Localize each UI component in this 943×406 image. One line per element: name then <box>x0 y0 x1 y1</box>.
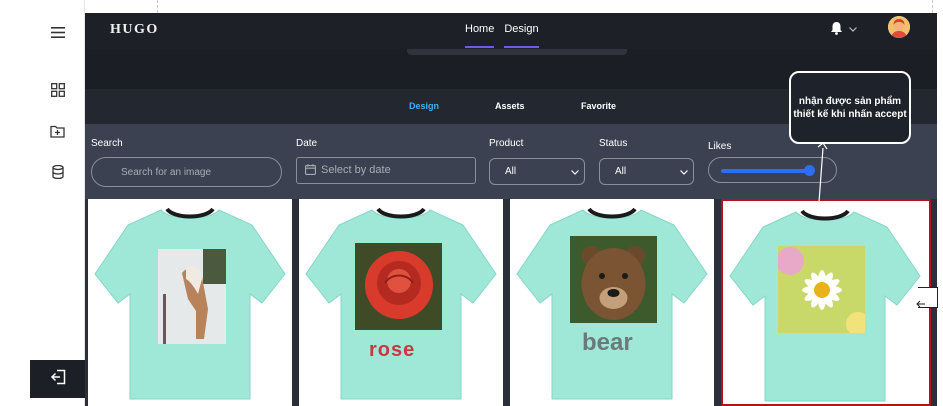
daisy-print <box>778 246 865 333</box>
search-label: Search <box>91 138 123 149</box>
rose-print <box>355 243 442 330</box>
top-bar: HUGO Home Design <box>85 13 937 49</box>
date-placeholder: Select by date <box>321 164 391 176</box>
status-select[interactable]: All <box>599 158 694 185</box>
folder-add-icon[interactable] <box>30 116 85 146</box>
likes-slider[interactable] <box>708 157 837 183</box>
logout-button[interactable] <box>30 360 85 398</box>
date-picker[interactable]: Select by date <box>296 157 476 184</box>
logout-icon <box>50 369 66 390</box>
hamburger-icon[interactable] <box>30 17 85 47</box>
likes-label: Likes <box>708 141 732 152</box>
annotation-text-2: thiết kế khi nhấn accept <box>793 109 907 120</box>
avatar[interactable] <box>888 16 910 38</box>
chevron-down-icon <box>849 24 857 35</box>
tab-design[interactable]: Design <box>409 101 439 111</box>
product-value: All <box>505 166 517 177</box>
horse-print <box>158 249 226 344</box>
calendar-icon <box>305 164 316 178</box>
date-label: Date <box>296 138 318 149</box>
nav-home[interactable]: Home <box>465 23 495 48</box>
chevron-down-icon <box>680 167 688 178</box>
banner-decoration <box>407 49 627 55</box>
status-label: Status <box>599 138 628 149</box>
product-card[interactable] <box>88 199 292 406</box>
top-nav: Home Design <box>465 23 539 48</box>
product-card-selected[interactable] <box>721 199 931 406</box>
product-grid: rose bear <box>85 199 937 406</box>
search-input[interactable]: Search for an image <box>91 157 282 187</box>
tab-favorite[interactable]: Favorite <box>581 101 616 111</box>
arrow-left-icon <box>916 300 925 308</box>
bear-print <box>570 236 657 323</box>
bell-icon <box>830 21 843 38</box>
status-value: All <box>615 166 627 177</box>
app-logo[interactable]: HUGO <box>110 22 159 38</box>
nav-design[interactable]: Design <box>504 23 539 48</box>
database-icon[interactable] <box>30 157 85 187</box>
tab-assets[interactable]: Assets <box>495 101 525 111</box>
chevron-down-icon <box>571 167 579 178</box>
annotation-text-1: nhận được sản phẩm <box>798 96 902 107</box>
guide-line <box>157 0 158 13</box>
annotation-callout: nhận được sản phẩm thiết kế khi nhấn acc… <box>789 71 911 144</box>
slider-track <box>721 169 810 173</box>
product-card[interactable]: bear <box>510 199 714 406</box>
product-card[interactable]: rose <box>299 199 503 406</box>
slider-handle[interactable] <box>804 165 816 176</box>
print-text: bear <box>582 329 633 356</box>
sidebar <box>30 0 85 406</box>
grid-icon[interactable] <box>30 75 85 105</box>
notification-button[interactable] <box>830 21 857 38</box>
product-select[interactable]: All <box>489 158 585 185</box>
product-label: Product <box>489 138 524 149</box>
print-text: rose <box>369 339 416 361</box>
screen: HUGO Home Design Design Assets Favorite … <box>0 0 943 406</box>
